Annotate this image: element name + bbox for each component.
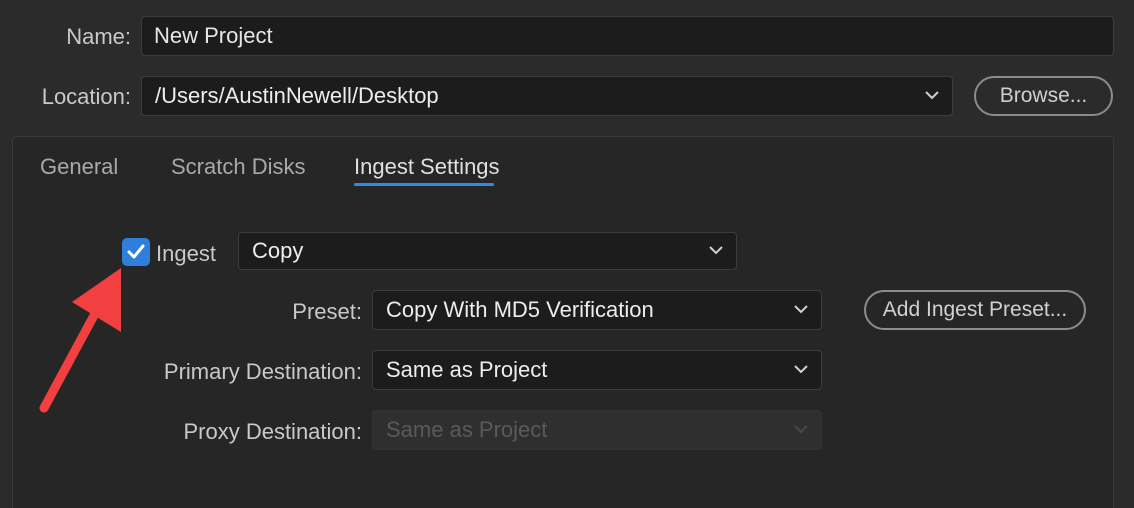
chevron-down-icon [794,365,808,374]
proxy-destination-label: Proxy Destination: [183,419,362,444]
location-dropdown[interactable]: /Users/AustinNewell/Desktop [141,76,953,116]
proxy-destination-dropdown: Same as Project [372,410,822,450]
proxy-destination-value: Same as Project [386,417,548,442]
preset-label: Preset: [292,299,362,324]
chevron-down-icon [794,425,808,434]
browse-button[interactable]: Browse... [974,76,1113,116]
preset-dropdown[interactable]: Copy With MD5 Verification [372,290,822,330]
tab-general[interactable]: General [40,154,118,180]
project-name-input[interactable]: New Project [141,16,1114,56]
preset-value: Copy With MD5 Verification [386,297,654,322]
checkmark-icon [127,244,145,259]
ingest-checkbox-label[interactable]: Ingest [156,241,216,267]
primary-destination-value: Same as Project [386,357,548,382]
tab-scratch-disks[interactable]: Scratch Disks [171,154,305,180]
location-value: /Users/AustinNewell/Desktop [155,83,439,108]
new-project-dialog: Name: New Project Location: /Users/Austi… [0,0,1134,508]
primary-destination-dropdown[interactable]: Same as Project [372,350,822,390]
location-label: Location: [41,84,131,109]
active-tab-indicator [354,183,494,186]
chevron-down-icon [709,246,723,255]
tab-ingest-settings[interactable]: Ingest Settings [354,154,500,180]
ingest-checkbox[interactable] [122,238,150,266]
chevron-down-icon [794,305,808,314]
chevron-down-icon [925,91,939,100]
ingest-mode-value: Copy [252,238,304,263]
ingest-mode-dropdown[interactable]: Copy [238,232,737,270]
name-label: Name: [66,24,131,49]
add-ingest-preset-button[interactable]: Add Ingest Preset... [864,290,1086,330]
primary-destination-label: Primary Destination: [163,359,362,384]
